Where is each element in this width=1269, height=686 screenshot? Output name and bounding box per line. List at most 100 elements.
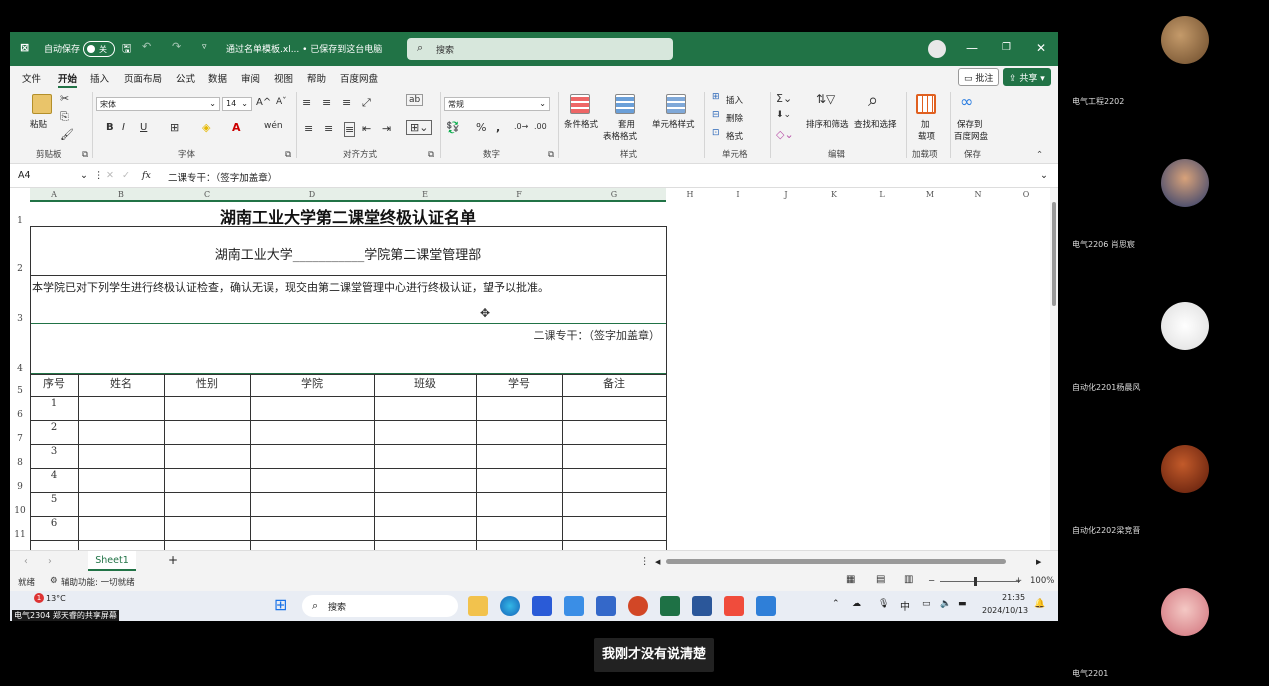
col-header-k[interactable]: K	[810, 190, 858, 202]
app-icon[interactable]	[532, 596, 552, 616]
file-explorer-icon[interactable]	[468, 596, 488, 616]
restore-icon[interactable]: ❐	[1002, 42, 1011, 53]
cut-icon[interactable]: ✂	[60, 92, 69, 105]
participant-avatar[interactable]	[1161, 16, 1209, 64]
font-size-select[interactable]: 14 ⌄	[222, 97, 252, 111]
addins-label-1[interactable]: 加	[921, 118, 930, 130]
header-college[interactable]: 学院	[250, 375, 374, 391]
name-box[interactable]: A4	[18, 170, 31, 181]
page-layout-icon[interactable]: ▤	[876, 574, 885, 585]
align-left-icon[interactable]: ≡	[304, 122, 313, 135]
battery-icon[interactable]: ▬	[958, 599, 967, 609]
increase-font-icon[interactable]: A^	[256, 97, 271, 108]
app-icon[interactable]	[596, 596, 616, 616]
menu-page-layout[interactable]: 页面布局	[124, 71, 162, 85]
tab-splitter-icon[interactable]: ⋮	[640, 556, 650, 567]
scroll-thumb[interactable]	[1052, 202, 1056, 306]
sort-filter-icon[interactable]: ⇅▽	[816, 92, 835, 106]
normal-view-icon[interactable]: ▦	[846, 574, 855, 585]
baidu-label-2[interactable]: 百度网盘	[954, 130, 988, 142]
worksheet-grid[interactable]: A B C D E F G H I J K L M N O 1 2 3 4 5 …	[10, 188, 1050, 550]
serial-cell[interactable]: 3	[30, 446, 78, 457]
row-header-6[interactable]: 6	[10, 410, 30, 420]
row-header-10[interactable]: 10	[10, 506, 30, 516]
align-right-icon[interactable]: ≡	[344, 122, 356, 137]
zoom-out-icon[interactable]: −	[928, 576, 935, 586]
col-header-n[interactable]: N	[954, 190, 1002, 202]
col-header-o[interactable]: O	[1002, 190, 1050, 202]
file-name[interactable]: 通过名单模板.xl... • 已保存到这台电脑	[226, 42, 382, 55]
name-box-chevron-icon[interactable]: ⌄	[80, 170, 88, 181]
col-header-e[interactable]: E	[374, 190, 476, 202]
comma-icon[interactable]: ,	[496, 121, 500, 134]
increase-indent-icon[interactable]: ⇥	[382, 122, 391, 135]
align-center-icon[interactable]: ≡	[324, 122, 333, 135]
menu-data[interactable]: 数据	[208, 71, 227, 85]
header-serial[interactable]: 序号	[30, 375, 78, 391]
save-icon[interactable]: 🖫	[122, 40, 131, 59]
redo-icon[interactable]: ↷	[172, 40, 181, 53]
col-header-b[interactable]: B	[78, 190, 164, 202]
prev-sheet-icon[interactable]: ‹	[24, 556, 28, 567]
row-header-7[interactable]: 7	[10, 434, 30, 444]
delete-cells-icon[interactable]: ⊟	[712, 110, 720, 120]
display-icon[interactable]: ▭	[922, 599, 931, 609]
row-header-8[interactable]: 8	[10, 458, 30, 468]
insert-label[interactable]: 插入	[726, 94, 743, 106]
undo-icon[interactable]: ↶	[142, 40, 151, 53]
align-bottom-icon[interactable]: ≡	[342, 96, 351, 109]
menu-baidu[interactable]: 百度网盘	[340, 71, 378, 85]
weather-temp[interactable]: 13°C	[46, 594, 66, 603]
alignment-launcher-icon[interactable]: ⧉	[428, 150, 434, 160]
account-avatar[interactable]	[928, 40, 946, 58]
baidu-netdisk-icon[interactable]: ∞	[960, 92, 973, 111]
conditional-format-icon[interactable]	[570, 94, 590, 114]
format-painter-icon[interactable]: 🖌	[60, 128, 74, 141]
underline-icon[interactable]: U	[140, 122, 147, 133]
increase-decimal-icon[interactable]: .0→	[514, 122, 528, 131]
row-header-11[interactable]: 11	[10, 530, 30, 540]
wrap-text-icon[interactable]: ab	[406, 94, 424, 106]
app-icon[interactable]	[564, 596, 584, 616]
tray-expand-icon[interactable]: ⌃	[832, 599, 840, 609]
addins-label-2[interactable]: 载项	[918, 130, 935, 142]
statement-text[interactable]: 本学院已对下列学生进行终极认证检查，确认无误，现交由第二课堂管理中心进行终极认证…	[32, 279, 666, 295]
scroll-right-icon[interactable]: ▶	[1036, 558, 1041, 566]
decrease-indent-icon[interactable]: ⇤	[362, 122, 371, 135]
clock-date[interactable]: 2024/10/13	[982, 606, 1028, 615]
sheet-tab-sheet1[interactable]: Sheet1	[88, 551, 136, 571]
serial-cell[interactable]: 5	[30, 494, 78, 505]
participant-avatar[interactable]	[1161, 445, 1209, 493]
align-middle-icon[interactable]: ≡	[322, 96, 331, 109]
decrease-font-icon[interactable]: Aˇ	[276, 97, 287, 107]
notification-icon[interactable]: 🔔	[1034, 599, 1045, 609]
header-class[interactable]: 班级	[374, 375, 476, 391]
cloud-icon[interactable]: ☁	[852, 599, 861, 609]
sort-filter-label[interactable]: 排序和筛选	[806, 118, 849, 130]
conditional-format-label[interactable]: 条件格式	[564, 118, 598, 130]
minimize-icon[interactable]: —	[966, 41, 978, 55]
cancel-icon[interactable]: ✕	[106, 170, 114, 181]
col-header-d[interactable]: D	[250, 190, 374, 202]
accessibility-icon[interactable]: ⚙	[50, 576, 58, 586]
font-name-select[interactable]: 宋体 ⌄	[96, 97, 220, 111]
participant-avatar[interactable]	[1161, 302, 1209, 350]
number-format-select[interactable]: 常规 ⌄	[444, 97, 550, 111]
share-button[interactable]: ⇪ 共享 ▾	[1003, 68, 1051, 86]
horizontal-scrollbar[interactable]	[666, 559, 1006, 564]
row-header-2[interactable]: 2	[10, 264, 30, 274]
zoom-slider-handle[interactable]	[974, 577, 977, 586]
addins-icon[interactable]	[916, 94, 936, 114]
col-header-a[interactable]: A	[30, 190, 78, 202]
zoom-in-icon[interactable]: +	[1015, 576, 1022, 586]
comment-button[interactable]: ▭ 批注	[958, 68, 1000, 86]
paste-icon[interactable]	[32, 94, 52, 114]
header-student-id[interactable]: 学号	[476, 375, 562, 391]
align-top-icon[interactable]: ≡	[302, 96, 311, 109]
clipboard-launcher-icon[interactable]: ⧉	[82, 150, 88, 160]
find-select-label[interactable]: 查找和选择	[854, 118, 897, 130]
menu-review[interactable]: 审阅	[241, 71, 260, 85]
orientation-icon[interactable]: ⤢	[362, 96, 371, 110]
collapse-ribbon-icon[interactable]: ⌃	[1036, 150, 1043, 160]
insert-cells-icon[interactable]: ⊞	[712, 92, 720, 102]
